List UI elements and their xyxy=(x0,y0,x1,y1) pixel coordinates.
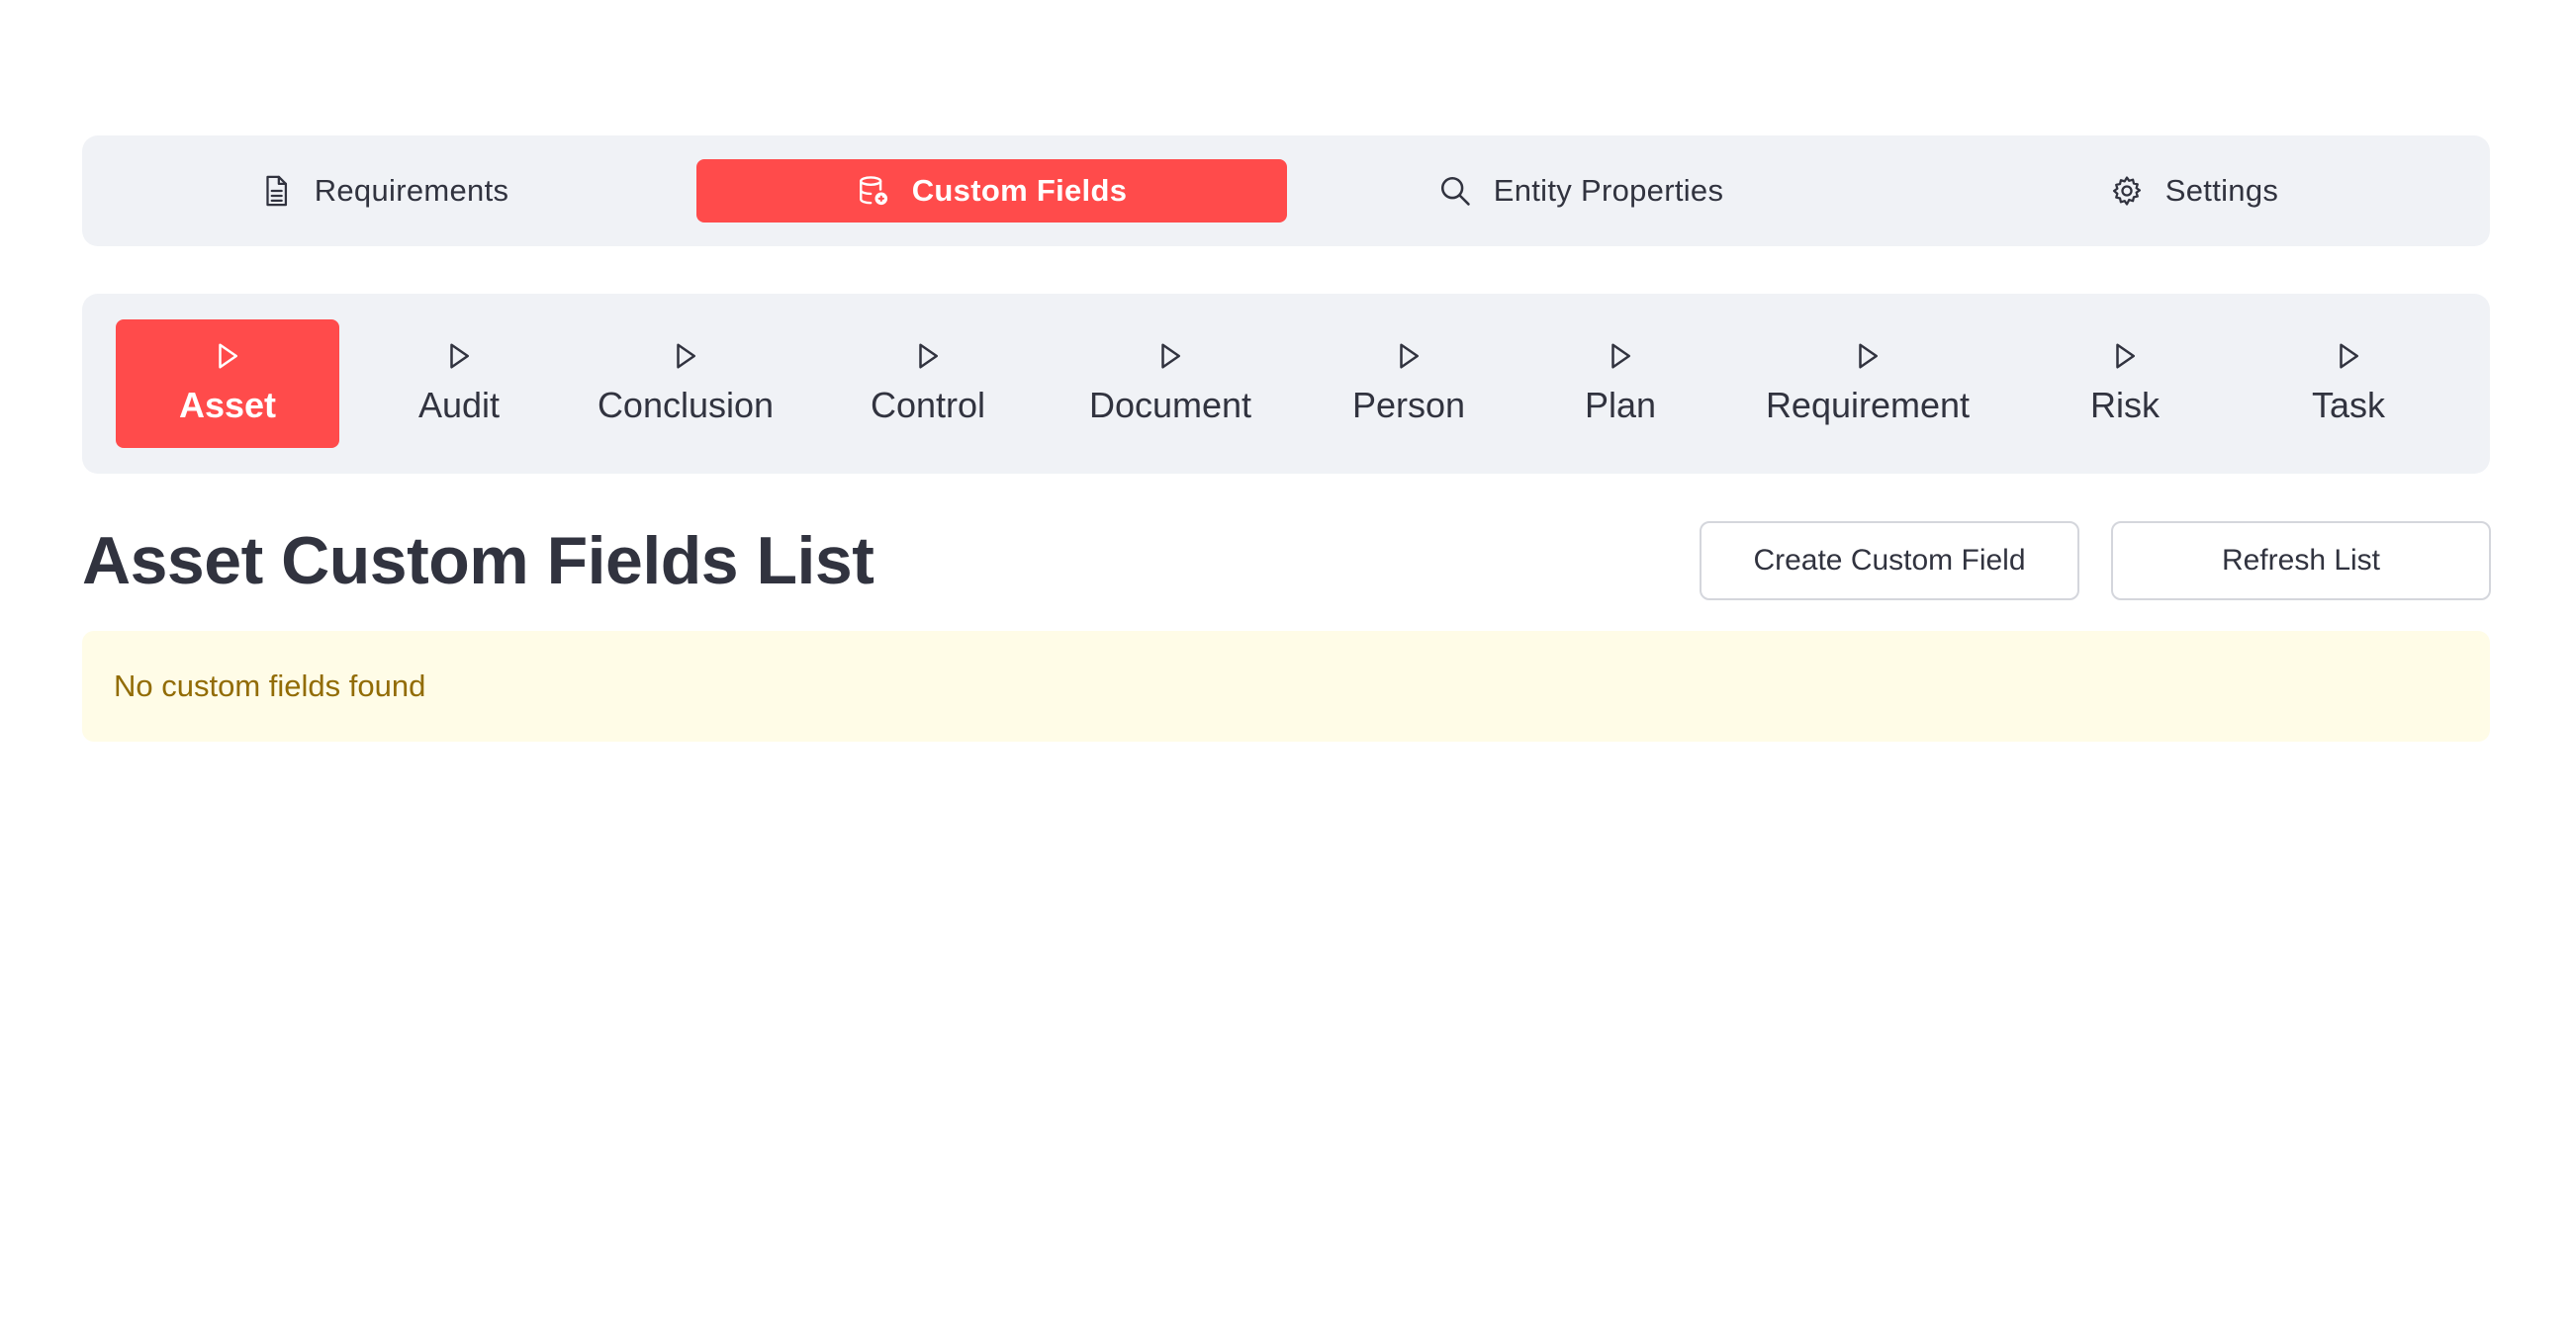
tab-requirements[interactable]: Requirements xyxy=(221,159,547,223)
tab-settings[interactable]: Settings xyxy=(2085,159,2303,223)
entity-tab-label: Conclusion xyxy=(597,385,775,425)
entity-nav: Asset Audit Conclusion Control Document xyxy=(82,294,2490,474)
play-icon xyxy=(673,341,698,371)
play-icon xyxy=(1608,341,1633,371)
entity-tab-label: Document xyxy=(1088,385,1252,425)
entity-tab-label: Person xyxy=(1351,385,1466,425)
play-icon xyxy=(1157,341,1183,371)
entity-tab-risk[interactable]: Risk xyxy=(2061,319,2189,448)
search-icon xyxy=(1438,174,1472,208)
create-custom-field-button[interactable]: Create Custom Field xyxy=(1700,521,2079,600)
play-icon xyxy=(215,341,240,371)
refresh-list-button[interactable]: Refresh List xyxy=(2111,521,2491,600)
tab-entity-properties[interactable]: Entity Properties xyxy=(1427,159,1734,223)
play-icon xyxy=(446,341,472,371)
entity-tab-audit[interactable]: Audit xyxy=(385,319,533,448)
entity-tab-document[interactable]: Document xyxy=(1071,319,1269,448)
entity-tab-asset[interactable]: Asset xyxy=(116,319,339,448)
database-icon xyxy=(857,174,890,208)
entity-tab-task[interactable]: Task xyxy=(2284,319,2413,448)
tab-custom-fields[interactable]: Custom Fields xyxy=(696,159,1287,223)
gear-icon xyxy=(2110,174,2144,208)
page: Requirements Custom Fields Entity Proper… xyxy=(0,0,2576,1337)
entity-tab-label: Control xyxy=(870,385,986,425)
entity-tab-label: Requirement xyxy=(1765,385,1971,425)
entity-tab-control[interactable]: Control xyxy=(844,319,1012,448)
entity-tab-label: Audit xyxy=(417,385,501,425)
entity-tab-label: Asset xyxy=(178,385,277,425)
top-nav: Requirements Custom Fields Entity Proper… xyxy=(82,135,2490,246)
entity-tab-person[interactable]: Person xyxy=(1325,319,1493,448)
document-icon xyxy=(259,174,293,208)
empty-state-alert: No custom fields found xyxy=(82,631,2490,742)
tab-entity-properties-label: Entity Properties xyxy=(1493,173,1724,208)
play-icon xyxy=(1855,341,1881,371)
page-title: Asset Custom Fields List xyxy=(82,523,874,598)
empty-state-message: No custom fields found xyxy=(114,668,426,703)
play-icon xyxy=(1396,341,1422,371)
entity-tab-label: Plan xyxy=(1584,385,1657,425)
entity-tab-plan[interactable]: Plan xyxy=(1556,319,1685,448)
entity-tab-conclusion[interactable]: Conclusion xyxy=(587,319,784,448)
entity-tab-label: Task xyxy=(2311,385,2386,425)
play-icon xyxy=(915,341,941,371)
play-icon xyxy=(2336,341,2361,371)
entity-tab-label: Risk xyxy=(2090,385,2160,425)
play-icon xyxy=(2112,341,2138,371)
tab-requirements-label: Requirements xyxy=(314,173,509,208)
entity-tab-requirement[interactable]: Requirement xyxy=(1754,319,1981,448)
tab-custom-fields-label: Custom Fields xyxy=(911,173,1128,208)
tab-settings-label: Settings xyxy=(2164,173,2279,208)
